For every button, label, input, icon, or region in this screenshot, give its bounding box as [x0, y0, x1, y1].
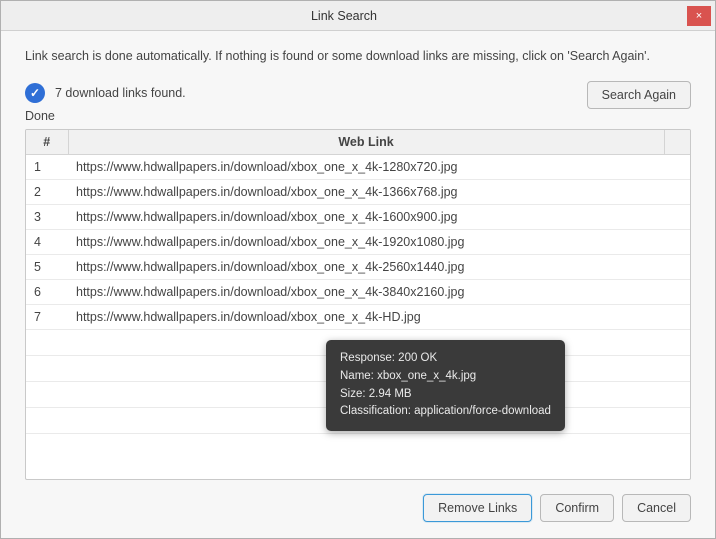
check-icon: ✓ [25, 83, 45, 103]
cell-num: 2 [26, 180, 68, 205]
titlebar: Link Search × [1, 1, 715, 31]
table-row[interactable]: 5https://www.hdwallpapers.in/download/xb… [26, 255, 690, 280]
cell-num: 4 [26, 230, 68, 255]
table-row[interactable]: 3https://www.hdwallpapers.in/download/xb… [26, 205, 690, 230]
done-label: Done [25, 109, 691, 123]
cell-link: https://www.hdwallpapers.in/download/xbo… [68, 280, 664, 305]
tooltip-response: Response: 200 OK [340, 350, 551, 368]
cell-num: 5 [26, 255, 68, 280]
cell-num: 7 [26, 305, 68, 330]
cell-link: https://www.hdwallpapers.in/download/xbo… [68, 305, 664, 330]
col-header-num[interactable]: # [26, 130, 68, 155]
cell-num: 1 [26, 155, 68, 180]
close-button[interactable]: × [687, 6, 711, 26]
links-table-wrap: # Web Link 1https://www.hdwallpapers.in/… [25, 129, 691, 480]
cell-link: https://www.hdwallpapers.in/download/xbo… [68, 205, 664, 230]
status-left: ✓ 7 download links found. [25, 83, 186, 103]
confirm-button[interactable]: Confirm [540, 494, 614, 522]
remove-links-button[interactable]: Remove Links [423, 494, 532, 522]
table-row[interactable]: 2https://www.hdwallpapers.in/download/xb… [26, 180, 690, 205]
col-header-link[interactable]: Web Link [68, 130, 664, 155]
link-info-tooltip: Response: 200 OK Name: xbox_one_x_4k.jpg… [326, 340, 565, 431]
cancel-button[interactable]: Cancel [622, 494, 691, 522]
intro-text: Link search is done automatically. If no… [25, 49, 691, 63]
link-search-dialog: Link Search × Link search is done automa… [0, 0, 716, 539]
col-header-tail [664, 130, 690, 155]
cell-link: https://www.hdwallpapers.in/download/xbo… [68, 230, 664, 255]
cell-link: https://www.hdwallpapers.in/download/xbo… [68, 255, 664, 280]
tooltip-name: Name: xbox_one_x_4k.jpg [340, 368, 551, 386]
search-again-button[interactable]: Search Again [587, 81, 691, 109]
table-row[interactable]: 7https://www.hdwallpapers.in/download/xb… [26, 305, 690, 330]
cell-num: 6 [26, 280, 68, 305]
table-row[interactable]: 4https://www.hdwallpapers.in/download/xb… [26, 230, 690, 255]
cell-link: https://www.hdwallpapers.in/download/xbo… [68, 180, 664, 205]
tooltip-size: Size: 2.94 MB [340, 386, 551, 404]
cell-link: https://www.hdwallpapers.in/download/xbo… [68, 155, 664, 180]
footer-buttons: Remove Links Confirm Cancel [25, 494, 691, 522]
content-area: Link search is done automatically. If no… [1, 31, 715, 538]
tooltip-classification: Classification: application/force-downlo… [340, 403, 551, 421]
table-row[interactable]: 1https://www.hdwallpapers.in/download/xb… [26, 155, 690, 180]
window-title: Link Search [1, 9, 687, 23]
status-row: ✓ 7 download links found. Search Again [25, 83, 691, 103]
close-icon: × [696, 10, 702, 22]
links-found-text: 7 download links found. [55, 86, 186, 100]
cell-num: 3 [26, 205, 68, 230]
table-row[interactable]: 6https://www.hdwallpapers.in/download/xb… [26, 280, 690, 305]
